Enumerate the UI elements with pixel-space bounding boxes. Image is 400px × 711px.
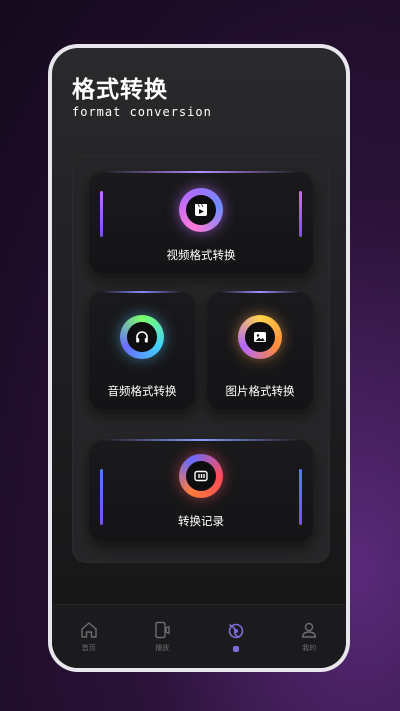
person-icon (302, 622, 317, 638)
tab-play-label: 播放 (155, 644, 170, 652)
convert-record-label: 转换记录 (178, 514, 224, 528)
phone-video-icon (155, 621, 170, 639)
home-icon (81, 622, 97, 638)
image-convert-label: 图片格式转换 (225, 384, 295, 398)
record-list-icon (194, 470, 208, 482)
audio-convert-card[interactable]: 音频格式转换 (88, 291, 196, 411)
audio-icon-ring (120, 315, 164, 359)
active-tab-indicator (232, 646, 239, 652)
video-convert-card[interactable]: 视频格式转换 (88, 171, 314, 275)
video-convert-label: 视频格式转换 (166, 248, 236, 262)
image-icon (254, 332, 266, 342)
page-title: 格式转换 (72, 77, 168, 103)
tab-convert[interactable] (206, 621, 266, 652)
tab-home-label: 首页 (81, 644, 96, 652)
video-file-icon (195, 203, 207, 216)
tab-home[interactable]: 首页 (59, 620, 119, 653)
convert-record-card[interactable]: 转换记录 (88, 439, 314, 543)
swirl-icon (228, 623, 244, 639)
page-subtitle: format conversion (72, 105, 212, 119)
app-screen: 格式转换 format conversion 视频格式转换 音频格式转换 图片格… (52, 48, 346, 668)
right-glow-bar (299, 191, 302, 237)
tab-mine[interactable]: 我的 (279, 620, 339, 653)
tab-play[interactable]: 播放 (132, 620, 192, 653)
record-icon-ring (179, 454, 223, 498)
audio-convert-label: 音频格式转换 (107, 384, 177, 398)
bottom-tab-bar: 首页 播放 我的 (52, 604, 346, 668)
phone-frame: 格式转换 format conversion 视频格式转换 音频格式转换 图片格… (48, 44, 350, 672)
headphones-icon (136, 331, 148, 343)
tab-mine-label: 我的 (302, 644, 317, 652)
tools-panel: 视频格式转换 音频格式转换 图片格式转换 转换记录 (72, 155, 330, 563)
video-icon-ring (179, 188, 223, 232)
image-convert-card[interactable]: 图片格式转换 (206, 291, 314, 411)
left-glow-bar (100, 191, 103, 237)
image-icon-ring (238, 315, 282, 359)
